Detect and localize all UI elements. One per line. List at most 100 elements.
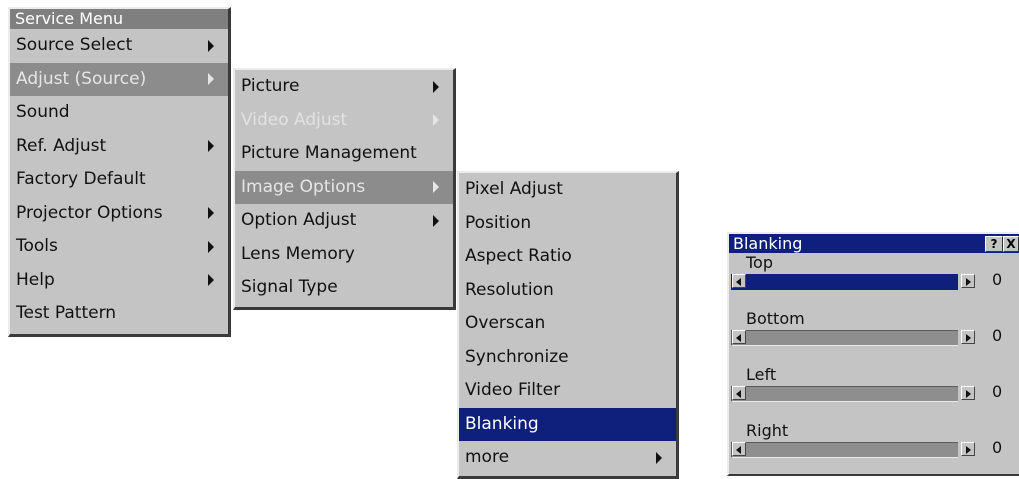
- decrease-button[interactable]: [732, 442, 746, 456]
- blanking-dialog: Blanking ? X Top 0 Bottom 0 Left 0 Right…: [727, 232, 1019, 476]
- menu-item-label: Lens Memory: [241, 243, 355, 264]
- slider-label-left: Left: [746, 365, 777, 384]
- arrow-left-icon: [736, 278, 741, 286]
- arrow-right-icon: [966, 334, 971, 342]
- menu-item-aspect-ratio[interactable]: Aspect Ratio: [459, 240, 676, 274]
- menu-item-label: Tools: [16, 236, 58, 256]
- menu-item-tools[interactable]: Tools: [10, 230, 228, 264]
- menu-item-blanking[interactable]: Blanking: [459, 407, 676, 441]
- submenu-arrow-icon: [208, 240, 214, 253]
- menu-item-label: Overscan: [465, 313, 546, 333]
- menu-item-label: Image Options: [241, 176, 366, 197]
- menu-item-label: Position: [465, 212, 532, 233]
- menu-item-label: Ref. Adjust: [16, 135, 107, 156]
- slider-track[interactable]: [731, 386, 958, 402]
- submenu-arrow-icon: [208, 39, 214, 52]
- slider-value: 0: [992, 438, 1003, 457]
- menu-item-picture[interactable]: Picture: [235, 70, 453, 104]
- help-button[interactable]: ?: [985, 236, 1003, 252]
- menu-item-adjust-source[interactable]: Adjust (Source): [10, 62, 228, 96]
- arrow-right-icon: [966, 278, 971, 286]
- menu-item-label: Video Filter: [465, 380, 561, 400]
- decrease-button[interactable]: [732, 330, 746, 344]
- menu-item-factory-default[interactable]: Factory Default: [10, 163, 228, 197]
- service-menu: Service Menu Source Select Adjust (Sourc…: [8, 7, 231, 337]
- increase-button[interactable]: [961, 330, 975, 344]
- menu-item-pixel-adjust[interactable]: Pixel Adjust: [459, 173, 676, 207]
- menu-item-ref-adjust[interactable]: Ref. Adjust: [10, 130, 228, 164]
- menu-item-label: Resolution: [465, 279, 554, 300]
- menu-item-help[interactable]: Help: [10, 264, 228, 298]
- menu-item-source-select[interactable]: Source Select: [10, 29, 228, 63]
- slider-value: 0: [992, 326, 1003, 345]
- slider-value: 0: [992, 382, 1003, 401]
- slider-label-bottom: Bottom: [746, 309, 805, 328]
- arrow-left-icon: [736, 446, 741, 454]
- slider-top[interactable]: 0: [729, 270, 1019, 290]
- menu-item-label: Option Adjust: [241, 210, 357, 230]
- submenu-arrow-icon: [208, 274, 214, 287]
- menu-item-label: Test Pattern: [16, 303, 117, 323]
- increase-button[interactable]: [961, 386, 975, 400]
- menu-item-label: Picture: [241, 76, 300, 96]
- menu-item-label: Help: [16, 269, 55, 290]
- menu-item-label: Picture Management: [241, 143, 417, 163]
- menu-item-projector-options[interactable]: Projector Options: [10, 197, 228, 231]
- menu-item-label: Adjust (Source): [16, 68, 147, 89]
- menu-item-label: Pixel Adjust: [465, 179, 563, 199]
- slider-right[interactable]: 0: [729, 438, 1019, 458]
- menu-item-label: Sound: [16, 102, 70, 122]
- submenu-arrow-icon: [656, 451, 662, 464]
- menu-item-label: Projector Options: [16, 202, 163, 223]
- submenu-arrow-icon: [433, 80, 439, 93]
- arrow-left-icon: [736, 334, 741, 342]
- menu-item-more[interactable]: more: [459, 441, 676, 475]
- menu-item-test-pattern[interactable]: Test Pattern: [10, 297, 228, 331]
- menu-item-label: Video Adjust: [241, 109, 348, 130]
- menu-item-option-adjust[interactable]: Option Adjust: [235, 204, 453, 238]
- decrease-button[interactable]: [732, 386, 746, 400]
- arrow-left-icon: [736, 390, 741, 398]
- menu-item-video-filter[interactable]: Video Filter: [459, 374, 676, 408]
- menu-item-label: Factory Default: [16, 169, 146, 189]
- slider-track[interactable]: [731, 442, 958, 458]
- submenu-arrow-icon: [208, 73, 214, 86]
- menu-item-label: Blanking: [465, 413, 539, 434]
- menu-item-resolution[interactable]: Resolution: [459, 274, 676, 308]
- menu-item-label: Source Select: [16, 35, 133, 55]
- decrease-button[interactable]: [732, 274, 746, 288]
- image-options-submenu: Pixel Adjust Position Aspect Ratio Resol…: [457, 171, 679, 479]
- arrow-right-icon: [966, 446, 971, 454]
- slider-bottom[interactable]: 0: [729, 326, 1019, 346]
- slider-left[interactable]: 0: [729, 382, 1019, 402]
- adjust-source-submenu: Picture Video Adjust Picture Management …: [233, 68, 456, 310]
- submenu-arrow-icon: [433, 181, 439, 194]
- menu-item-label: more: [465, 447, 510, 467]
- menu-item-overscan[interactable]: Overscan: [459, 307, 676, 341]
- menu-item-position[interactable]: Position: [459, 207, 676, 241]
- menu-item-image-options[interactable]: Image Options: [235, 170, 453, 204]
- arrow-right-icon: [966, 390, 971, 398]
- slider-label-right: Right: [746, 421, 789, 440]
- menu-item-lens-memory[interactable]: Lens Memory: [235, 238, 453, 272]
- menu-item-label: Signal Type: [241, 277, 338, 297]
- submenu-arrow-icon: [433, 114, 439, 127]
- dialog-title: Blanking: [733, 234, 803, 253]
- menu-item-label: Aspect Ratio: [465, 246, 572, 266]
- slider-track[interactable]: [731, 330, 958, 346]
- menu-item-sound[interactable]: Sound: [10, 96, 228, 130]
- menu-item-synchronize[interactable]: Synchronize: [459, 341, 676, 375]
- slider-label-top: Top: [746, 253, 773, 272]
- menu-item-signal-type[interactable]: Signal Type: [235, 271, 453, 305]
- blanking-dialog-titlebar: Blanking ? X: [729, 234, 1019, 253]
- close-button[interactable]: X: [1003, 236, 1019, 252]
- submenu-arrow-icon: [433, 214, 439, 227]
- menu-item-picture-management[interactable]: Picture Management: [235, 137, 453, 171]
- submenu-arrow-icon: [208, 140, 214, 153]
- increase-button[interactable]: [961, 274, 975, 288]
- increase-button[interactable]: [961, 442, 975, 456]
- slider-track[interactable]: [731, 274, 958, 290]
- menu-item-video-adjust: Video Adjust: [235, 104, 453, 138]
- submenu-arrow-icon: [208, 207, 214, 220]
- menu-item-label: Synchronize: [465, 346, 569, 367]
